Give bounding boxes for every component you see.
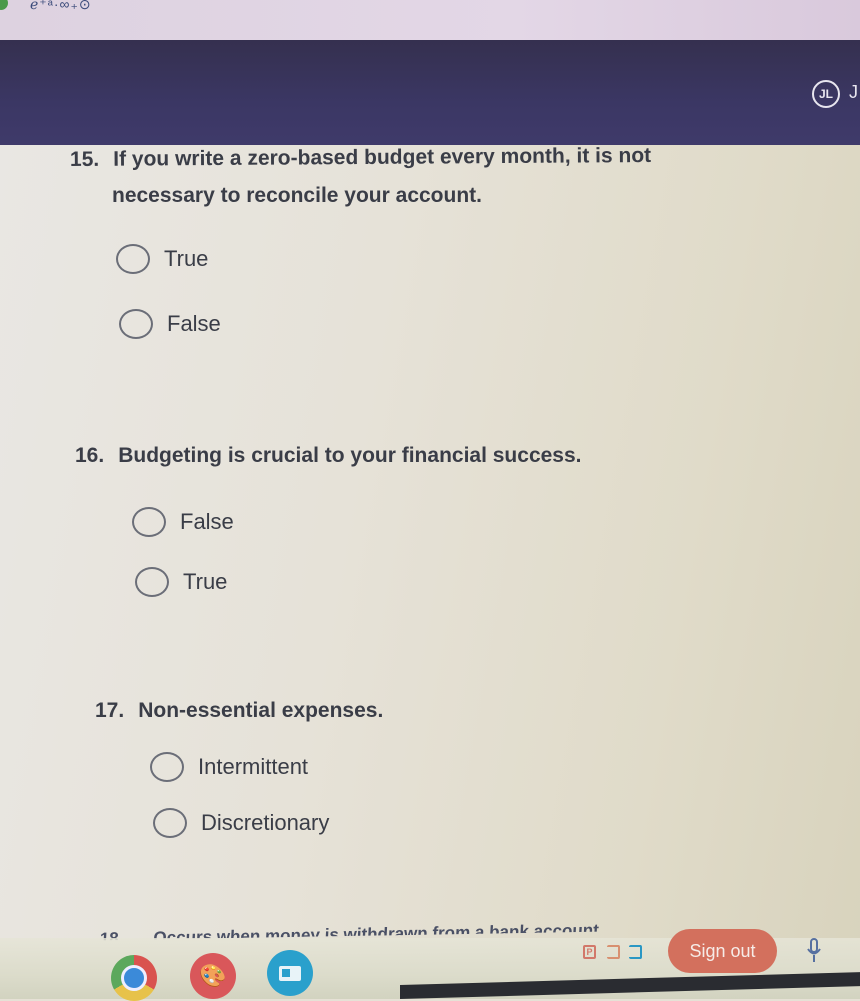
option-q17-intermittent[interactable]: Intermittent [150,752,308,782]
question-number: 15. [69,147,100,172]
radio-button[interactable] [116,244,150,274]
tab-text-fragment: ℯ⁺ᵃ·∞₊⊙ [30,0,92,12]
radio-button[interactable] [150,752,184,782]
question-number: 17. [95,699,125,722]
question-text: Budgeting is crucial to your financial s… [118,444,582,467]
user-name-fragment[interactable]: J [849,82,858,103]
option-label: False [180,509,234,534]
question-text: necessary to reconcile your account. [112,184,482,207]
option-label: Discretionary [201,810,330,835]
option-label: False [167,311,221,336]
tab-favicon-icon [0,0,8,10]
option-label: True [183,569,228,594]
question-17: 17. Non-essential expenses. [95,691,383,731]
app-header [0,40,860,145]
radio-button[interactable] [132,507,166,537]
palette-icon[interactable]: 🎨 [190,953,236,999]
question-15-line2: necessary to reconcile your account. [112,176,482,216]
s-icon[interactable] [629,945,642,959]
question-text: If you write a zero-based budget every m… [113,143,652,171]
chrome-icon[interactable] [111,955,157,1001]
question-15: 15. If you write a zero-based budget ever… [70,136,651,180]
radio-button[interactable] [135,567,169,597]
question-number: 16. [75,444,105,467]
option-q16-true[interactable]: True [135,567,227,597]
radio-button[interactable] [119,309,153,339]
p-icon[interactable]: P [583,945,596,959]
user-avatar[interactable]: JL [812,80,840,108]
option-q15-false[interactable]: False [119,309,221,339]
option-q16-false[interactable]: False [132,507,234,537]
option-q15-true[interactable]: True [116,244,208,274]
microphone-icon[interactable] [806,938,822,964]
question-16: 16. Budgeting is crucial to your financia… [75,436,582,476]
option-label: Intermittent [198,754,309,779]
d-icon[interactable] [607,945,620,959]
sign-out-button[interactable]: Sign out [668,929,777,973]
option-label: True [164,246,209,271]
option-q17-discretionary[interactable]: Discretionary [153,808,329,838]
question-text: Non-essential expenses. [138,699,384,722]
radio-button[interactable] [153,808,187,838]
classroom-icon[interactable] [267,950,313,996]
browser-tab-strip: ℯ⁺ᵃ·∞₊⊙ [0,0,860,40]
